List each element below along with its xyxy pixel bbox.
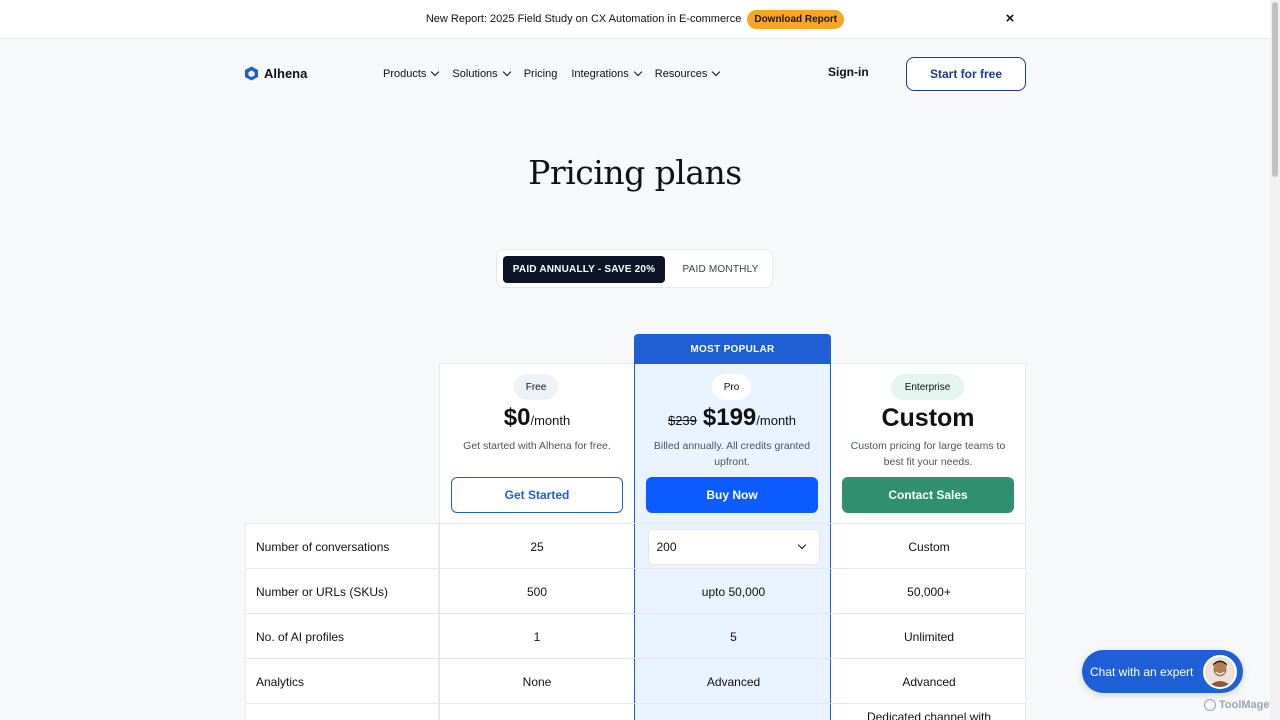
pro-value: 5 — [730, 629, 737, 644]
pro-value: Advanced — [706, 674, 761, 689]
enterprise-plan-description: Custom pricing for large teams to best f… — [850, 440, 1006, 468]
free-value — [439, 704, 635, 720]
feature-label — [245, 704, 439, 720]
free-value: None — [522, 674, 552, 689]
enterprise-value: Dedicated channel with — [866, 710, 992, 720]
enterprise-value: Custom — [908, 539, 950, 554]
paid-annually-option[interactable]: PAID ANNUALLY - SAVE 20% — [503, 256, 665, 283]
page-title: Pricing plans — [528, 153, 742, 192]
table-row: Dedicated channel with — [245, 703, 1026, 720]
table-row: Analytics None Advanced Advanced — [245, 658, 1026, 704]
nav-label: Integrations — [571, 68, 629, 80]
chat-label: Chat with an expert — [1090, 664, 1194, 679]
free-plan-description: Get started with Alhena for free. — [463, 440, 611, 452]
watermark: ToolMage — [1204, 699, 1270, 711]
price-period: /month — [530, 413, 571, 428]
billing-toggle: PAID ANNUALLY - SAVE 20% PAID MONTHLY — [496, 249, 773, 288]
chevron-down-icon — [502, 67, 511, 77]
free-plan-price: $0/month — [439, 404, 635, 434]
free-value: 500 — [526, 584, 548, 599]
watermark-logo-icon — [1204, 699, 1216, 711]
download-report-button[interactable]: Download Report — [747, 9, 845, 29]
nav-label: Resources — [654, 68, 708, 80]
alhena-logo-icon — [245, 66, 258, 81]
start-for-free-button[interactable]: Start for free — [906, 57, 1026, 91]
chevron-down-icon — [431, 67, 440, 77]
price-amount: $199 — [702, 404, 757, 431]
nav-item-pricing[interactable]: Pricing — [524, 66, 558, 82]
announcement-text: New Report: 2025 Field Study on CX Autom… — [425, 13, 742, 25]
feature-comparison-table: Number of conversations 25 200 Custom Nu… — [245, 523, 1026, 720]
get-started-button[interactable]: Get Started — [451, 477, 623, 513]
watermark-text: ToolMage — [1219, 699, 1270, 711]
enterprise-value: Unlimited — [903, 629, 954, 644]
pro-plan-price: $239 $199/month — [634, 404, 830, 434]
enterprise-plan-badge: Enterprise — [891, 374, 964, 400]
price-period: /month — [756, 413, 797, 428]
nav-item-integrations[interactable]: Integrations — [571, 66, 643, 82]
pro-plan-badge: Pro — [712, 374, 751, 400]
close-icon[interactable]: × — [1002, 10, 1018, 28]
enterprise-plan-price: Custom — [830, 404, 1026, 434]
pro-value: upto 50,000 — [701, 584, 766, 599]
enterprise-value: Advanced — [902, 674, 956, 689]
brand-name: Alhena — [264, 66, 308, 81]
pro-value — [635, 704, 832, 720]
contact-sales-button[interactable]: Contact Sales — [842, 477, 1014, 513]
announcement-bar: New Report: 2025 Field Study on CX Autom… — [0, 0, 1270, 39]
table-row: Number of conversations 25 200 Custom — [245, 523, 1026, 569]
chevron-down-icon — [712, 67, 721, 77]
enterprise-value: 50,000+ — [907, 584, 951, 599]
chat-with-expert-button[interactable]: Chat with an expert — [1082, 650, 1243, 693]
avatar — [1203, 655, 1237, 689]
nav-item-solutions[interactable]: Solutions — [452, 66, 511, 82]
free-value: 1 — [533, 629, 541, 644]
table-row: No. of AI profiles 1 5 Unlimited — [245, 613, 1026, 659]
page-scrollbar[interactable] — [1270, 0, 1280, 720]
old-price: $239 — [667, 413, 697, 428]
paid-monthly-option[interactable]: PAID MONTHLY — [667, 256, 774, 283]
feature-label: No. of AI profiles — [245, 614, 439, 659]
scrollbar-thumb[interactable] — [1272, 2, 1278, 177]
feature-label: Number of conversations — [245, 524, 439, 569]
buy-now-button[interactable]: Buy Now — [646, 477, 818, 513]
nav-item-resources[interactable]: Resources — [654, 66, 721, 82]
nav-label: Pricing — [523, 68, 558, 80]
sign-in-link[interactable]: Sign-in — [828, 65, 869, 79]
price-amount: $0 — [503, 404, 531, 431]
expert-avatar-icon — [1205, 657, 1235, 687]
conversations-select[interactable]: 200 — [647, 528, 820, 565]
chevron-down-icon — [797, 540, 806, 549]
free-plan-badge: Free — [514, 374, 558, 400]
brand-logo[interactable]: Alhena — [244, 66, 307, 81]
most-popular-banner: MOST POPULAR — [634, 334, 831, 364]
nav-label: Products — [383, 68, 427, 80]
nav-label: Solutions — [452, 68, 498, 80]
nav-item-products[interactable]: Products — [383, 66, 440, 82]
price-amount: Custom — [881, 404, 975, 432]
table-row: Number or URLs (SKUs) 500 upto 50,000 50… — [245, 568, 1026, 614]
feature-label: Number or URLs (SKUs) — [245, 569, 439, 614]
pro-plan-description: Billed annually. All credits granted upf… — [653, 440, 811, 468]
pro-value-cell: 200 — [635, 524, 832, 569]
free-value: 25 — [530, 539, 544, 554]
feature-label: Analytics — [245, 659, 439, 704]
select-value: 200 — [656, 539, 677, 554]
chevron-down-icon — [633, 67, 643, 77]
main-nav: Products Solutions Pricing Integrations … — [383, 66, 721, 82]
